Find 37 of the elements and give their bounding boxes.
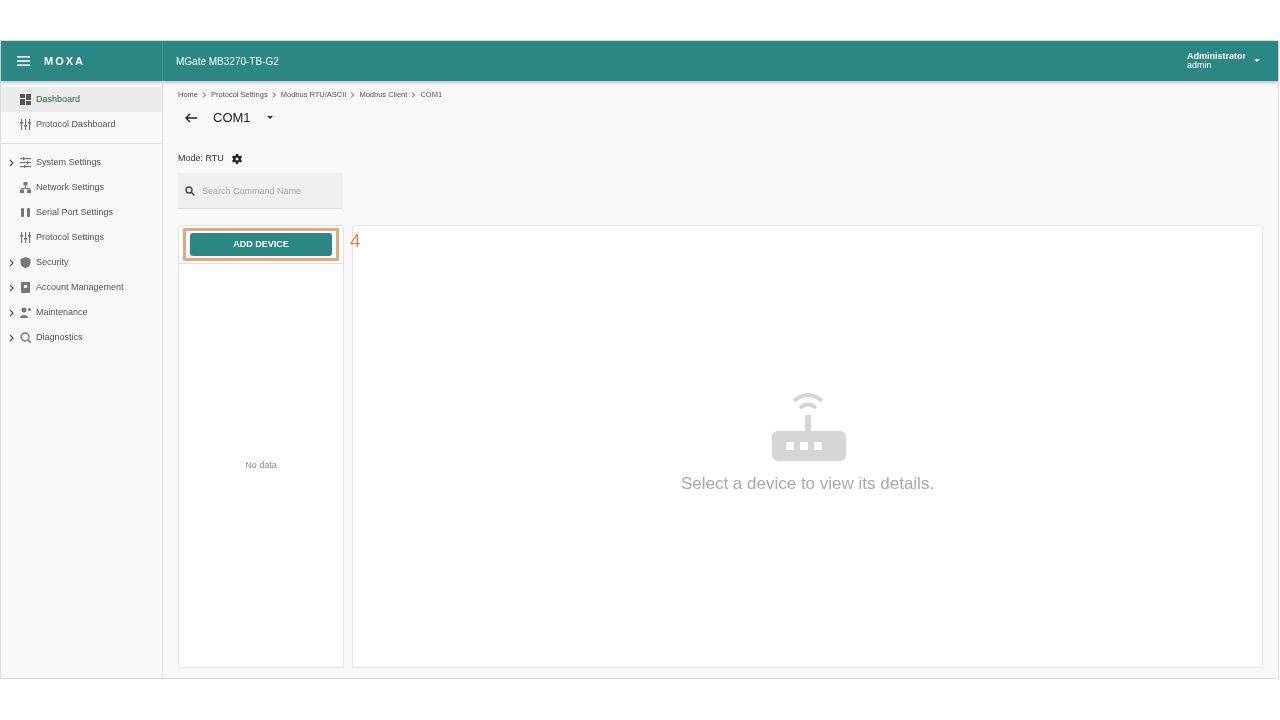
chevron-icon <box>202 91 207 98</box>
step-number: 4 <box>350 231 361 251</box>
search-field[interactable]: Search Command Name <box>178 173 343 210</box>
sidebar-item[interactable]: Dashboard <box>1 87 162 112</box>
empty-message: Select a device to view its details. <box>680 472 935 495</box>
tune-icon <box>20 157 31 168</box>
grid-icon <box>20 94 31 105</box>
shield-icon <box>20 257 31 268</box>
sidebar-item[interactable]: Protocol Dashboard <box>1 112 162 137</box>
sidebar-item[interactable]: System Settings <box>1 150 162 175</box>
sidebar-item[interactable]: Network Settings <box>1 175 162 200</box>
sidebar-item[interactable]: Protocol Settings <box>1 225 162 250</box>
add-device-button[interactable]: ADD DEVICE <box>190 233 332 257</box>
caret-icon <box>266 116 273 120</box>
empty-text: No data <box>245 458 277 472</box>
settings-icon[interactable] <box>231 153 242 164</box>
logo: MOXA <box>44 53 85 69</box>
chevron-icon <box>411 91 417 98</box>
sliders-icon <box>20 232 31 243</box>
back-arrow-icon[interactable] <box>185 113 197 123</box>
mode-label: Mode: RTU <box>178 151 224 165</box>
page-title-dropdown[interactable]: COM1 <box>213 108 273 128</box>
device-name: MGate MB3270-TB-G2 <box>175 54 279 69</box>
sidebar-item[interactable]: Serial Port Settings <box>1 200 162 225</box>
menu-icon[interactable] <box>17 56 30 66</box>
network-icon <box>20 182 31 193</box>
sidebar-item[interactable]: Account Management <box>1 275 162 300</box>
sidebar-item[interactable]: Maintenance <box>1 300 162 325</box>
caret-icon <box>1254 59 1260 63</box>
chevron-icon <box>350 91 356 98</box>
sidebar-item[interactable]: Security <box>1 250 162 275</box>
badge-icon <box>20 282 31 293</box>
sliders-icon <box>20 119 31 130</box>
user-menu[interactable]: Administrator admin <box>1187 51 1278 71</box>
chevron-icon <box>271 91 277 98</box>
search-icon <box>185 186 195 197</box>
sidebar-item[interactable]: Diagnostics <box>1 325 162 350</box>
